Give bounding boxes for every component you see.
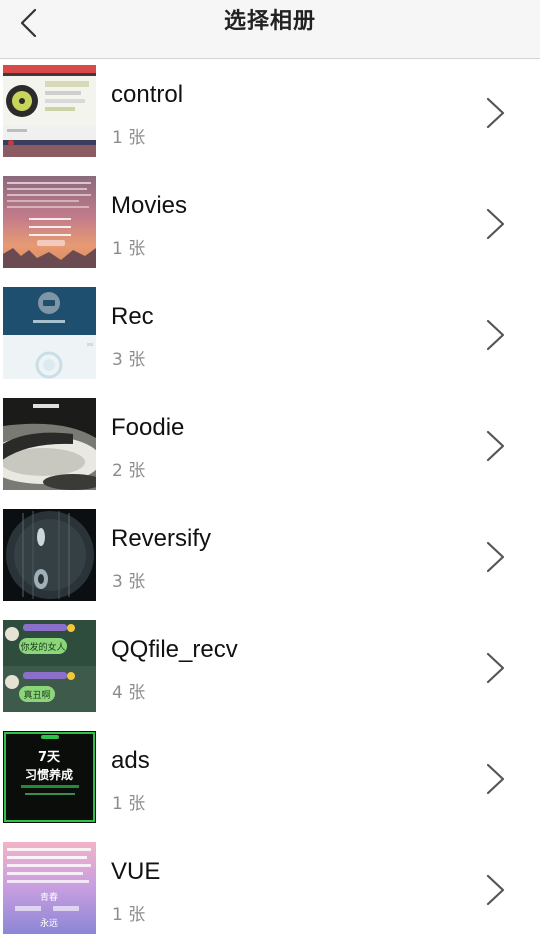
thumb-text-2: 永远: [40, 917, 58, 929]
album-name: Movies: [111, 192, 188, 219]
thumb-text-1: 青春: [40, 891, 58, 903]
album-thumbnail: 7天 习惯养成: [3, 731, 96, 823]
album-thumbnail: [3, 65, 96, 157]
thumb-text-1: 7天: [38, 750, 61, 765]
album-thumbnail: [3, 398, 96, 490]
album-row-ads[interactable]: 7天 习惯养成 ads 1 张: [0, 725, 540, 836]
chevron-right-icon: [486, 541, 505, 573]
album-count: 1 张: [112, 239, 146, 259]
chevron-right-icon: [486, 652, 505, 684]
chevron-right-icon: [486, 763, 505, 795]
album-count: 2 张: [112, 461, 146, 481]
thumb-text-2: 习惯养成: [25, 767, 73, 782]
chevron-right-icon: [486, 874, 505, 906]
album-name: Foodie: [111, 414, 185, 441]
album-name: VUE: [111, 858, 161, 885]
chevron-right-icon: [486, 319, 505, 351]
album-name: QQfile_recv: [111, 636, 238, 663]
album-row-foodie[interactable]: Foodie 2 张: [0, 392, 540, 503]
app-header: 选择相册: [0, 0, 540, 59]
album-row-qqfile-recv[interactable]: 你发的女人 真丑啊 QQfile_recv 4 张: [0, 614, 540, 725]
thumb-text-1: 你发的女人: [20, 641, 65, 653]
chevron-right-icon: [486, 97, 505, 129]
album-row-control[interactable]: control 1 张: [0, 59, 540, 170]
page-title: 选择相册: [223, 9, 316, 34]
album-row-reversify[interactable]: Reversify 3 张: [0, 503, 540, 614]
album-thumbnail: [3, 509, 96, 601]
album-row-movies[interactable]: Movies 1 张: [0, 170, 540, 281]
album-name: Reversify: [111, 525, 212, 552]
album-thumbnail: 青春 永远: [3, 842, 96, 934]
album-count: 1 张: [112, 128, 146, 148]
album-list: control 1 张 Movies 1 张 Rec 3 张 Foodie 2 …: [0, 59, 540, 947]
album-row-rec[interactable]: Rec 3 张: [0, 281, 540, 392]
album-count: 4 张: [112, 683, 146, 703]
album-count: 1 张: [112, 905, 146, 925]
thumb-text-2: 真丑啊: [23, 689, 50, 701]
album-name: ads: [111, 747, 150, 774]
album-count: 1 张: [112, 794, 146, 814]
album-thumbnail: [3, 176, 96, 268]
album-name: Rec: [111, 303, 154, 330]
album-count: 3 张: [112, 572, 146, 592]
chevron-right-icon: [486, 208, 505, 240]
album-thumbnail: 你发的女人 真丑啊: [3, 620, 96, 712]
album-name: control: [111, 81, 184, 108]
album-row-vue[interactable]: 青春 永远 VUE 1 张: [0, 836, 540, 947]
chevron-right-icon: [486, 430, 505, 462]
album-count: 3 张: [112, 350, 146, 370]
album-thumbnail: [3, 287, 96, 379]
